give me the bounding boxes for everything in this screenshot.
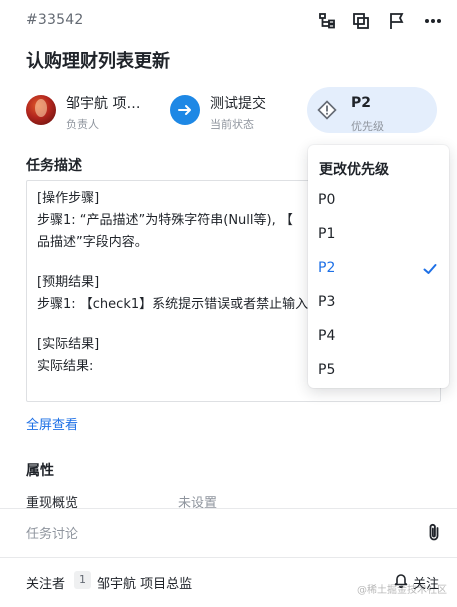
priority-option-label: P1 <box>318 226 336 242</box>
priority-option-p4[interactable]: P4 <box>308 320 449 354</box>
priority-value: P2 <box>351 95 372 111</box>
description-line: 步骤1: 【check1】系统提示错误或者禁止输入 <box>37 297 309 312</box>
priority-field[interactable]: P2 优先级 <box>307 87 437 133</box>
follower-count-badge: 1 <box>74 571 91 589</box>
description-line: [预期结果] <box>37 275 100 290</box>
description-line: [实际结果] <box>37 337 100 352</box>
top-bar: #33542 <box>0 0 457 44</box>
fullscreen-link[interactable]: 全屏查看 <box>26 414 78 433</box>
followers-label: 关注者 <box>26 577 66 592</box>
status-value: 测试提交 <box>210 96 266 112</box>
priority-label: 优先级 <box>351 120 384 133</box>
priority-option-p2[interactable]: P2 <box>308 252 449 286</box>
description-heading: 任务描述 <box>26 158 82 174</box>
description-line: 步骤1: “产品描述”为特殊字符串(Null等), 【 <box>37 213 293 228</box>
bell-icon <box>394 572 408 588</box>
priority-option-p1[interactable]: P1 <box>308 218 449 252</box>
description-line: 实际结果: <box>37 359 94 374</box>
priority-option-p0[interactable]: P0 <box>308 184 449 218</box>
more-icon[interactable] <box>424 12 442 30</box>
copy-icon[interactable] <box>352 12 370 30</box>
properties-heading: 属性 <box>26 463 54 479</box>
priority-option-label: P0 <box>318 192 336 208</box>
description-line: 品描述”字段内容。 <box>37 235 148 250</box>
follow-label: 关注 <box>413 577 440 592</box>
priority-option-label: P5 <box>318 362 336 378</box>
discussion-bar: 任务讨论 <box>0 509 457 557</box>
priority-option-label: P2 <box>318 260 336 276</box>
avatar <box>26 95 56 125</box>
follower-name[interactable]: 邹宇航 项目总监 <box>97 573 192 592</box>
assignee-label: 负责人 <box>66 118 99 131</box>
paperclip-icon[interactable] <box>425 522 443 542</box>
task-meta-row: 邹宇航 项… 负责人 测试提交 当前状态 P2 优先级 <box>0 84 457 134</box>
dropdown-title: 更改优先级 <box>319 162 389 178</box>
priority-icon <box>317 100 337 120</box>
task-title[interactable]: 认购理财列表更新 <box>26 47 170 73</box>
task-id: #33542 <box>26 12 84 28</box>
description-line: [操作步骤] <box>37 191 100 206</box>
priority-dropdown: 更改优先级 P0 P1 P2 P3 P4 P5 <box>308 145 449 388</box>
status-label: 当前状态 <box>210 118 254 131</box>
subtask-icon[interactable] <box>318 12 336 30</box>
checkmark-icon <box>422 261 438 277</box>
footer-bar: 关注者 1 邹宇航 项目总监 @稀土掘金技术社区 关注 <box>0 558 457 607</box>
priority-option-p3[interactable]: P3 <box>308 286 449 320</box>
priority-option-label: P4 <box>318 328 336 344</box>
priority-option-p5[interactable]: P5 <box>308 354 449 388</box>
priority-option-label: P3 <box>318 294 336 310</box>
flag-icon[interactable] <box>388 12 406 30</box>
assignee-name: 邹宇航 项… <box>66 96 141 112</box>
discussion-input[interactable]: 任务讨论 <box>26 523 78 542</box>
arrow-right-icon <box>170 95 200 125</box>
